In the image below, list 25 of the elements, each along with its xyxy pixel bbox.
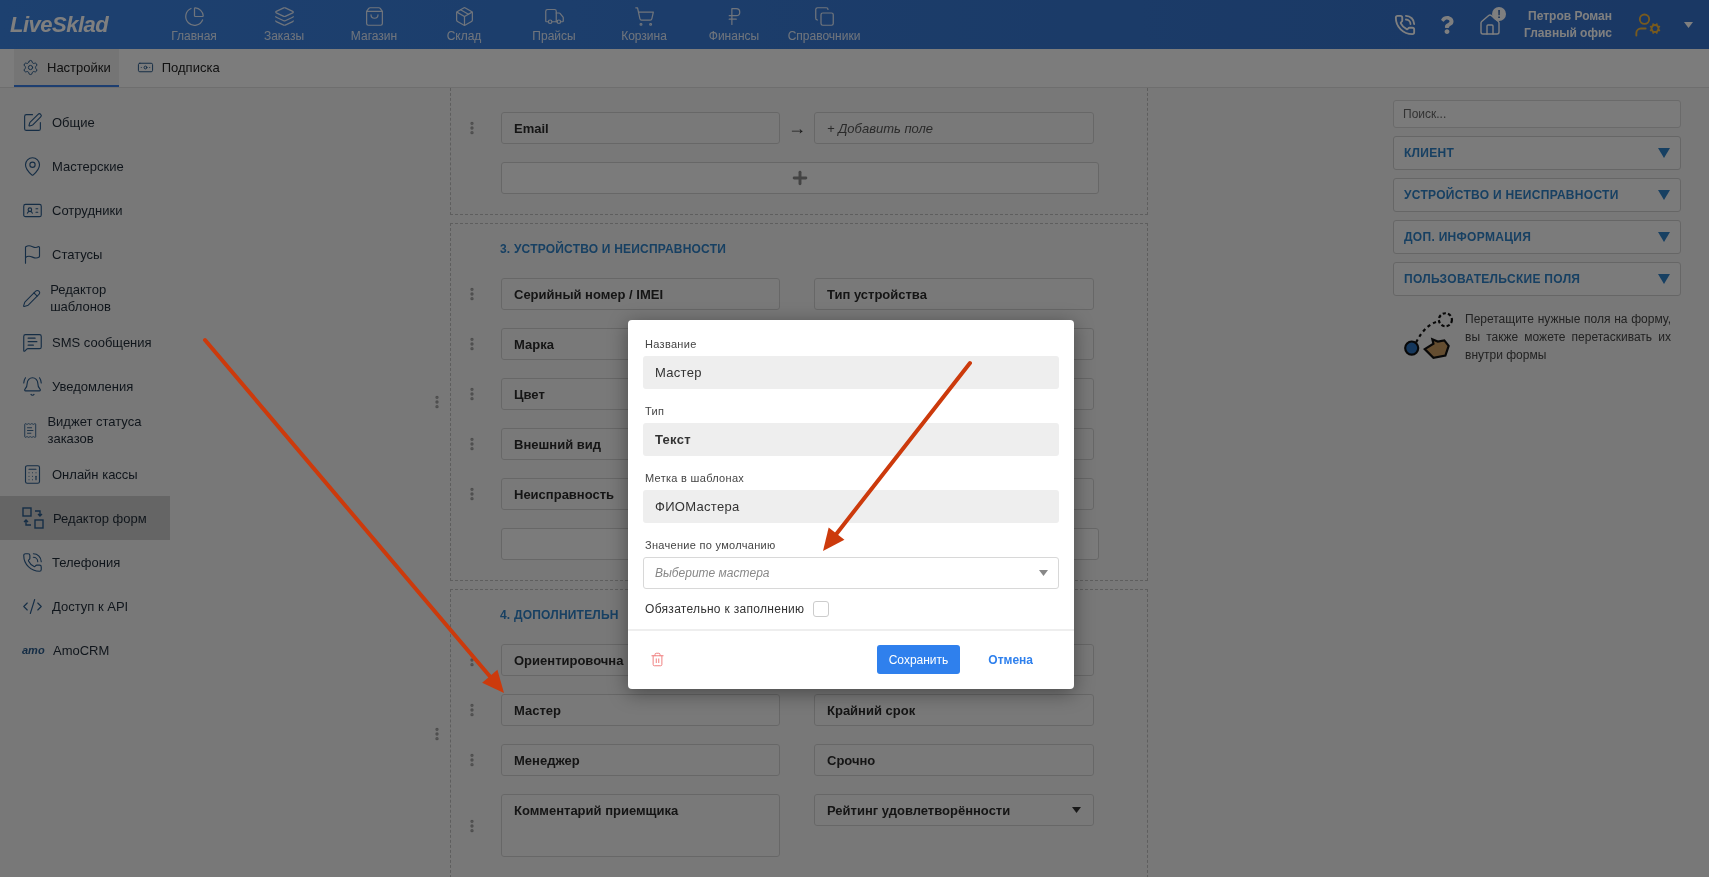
amo-logo: amo — [22, 642, 44, 658]
sidebar-label: Редактор шаблонов — [50, 281, 112, 315]
connector-arrow: → — [788, 117, 806, 139]
sidebar-label: Доступ к API — [52, 597, 129, 615]
sidebar-label: Редактор форм — [53, 509, 147, 527]
office-name: Главный офис — [1524, 26, 1612, 40]
sidebar-label: Статусы — [52, 245, 103, 263]
sidebar-label: SMS сообщения — [52, 333, 152, 351]
field-label: Тип — [645, 405, 666, 417]
sidebar-label: AmoCRM — [53, 641, 110, 659]
sidebar-label: Телефония — [52, 553, 121, 571]
field-label: Название — [645, 338, 698, 350]
sidebar-label: Виджет статуса заказов — [47, 413, 143, 447]
section-title: 4. ДОПОЛНИТЕЛЬН — [500, 608, 619, 622]
section-title: 3. УСТРОЙСТВО И НЕИСПРАВНОСТИ — [500, 242, 726, 256]
sidebar-label: Мастерские — [52, 157, 124, 175]
checkbox-label: Обязательно к заполнению — [645, 602, 805, 616]
field-label: Значение по умолчанию — [645, 539, 777, 551]
sidebar-label: Общие — [52, 113, 95, 131]
notification-badge: ! — [1492, 6, 1507, 21]
field-label: Метка в шаблонах — [645, 472, 746, 484]
sidebar-label: Онлайн кассы — [52, 465, 138, 483]
sidebar-label: Сотрудники — [52, 201, 123, 219]
hint-text: Перетащите нужные поля на форму, вы также можете перетаскивать их внутри формы — [1465, 311, 1671, 364]
sidebar-label: Уведомления — [52, 377, 134, 395]
